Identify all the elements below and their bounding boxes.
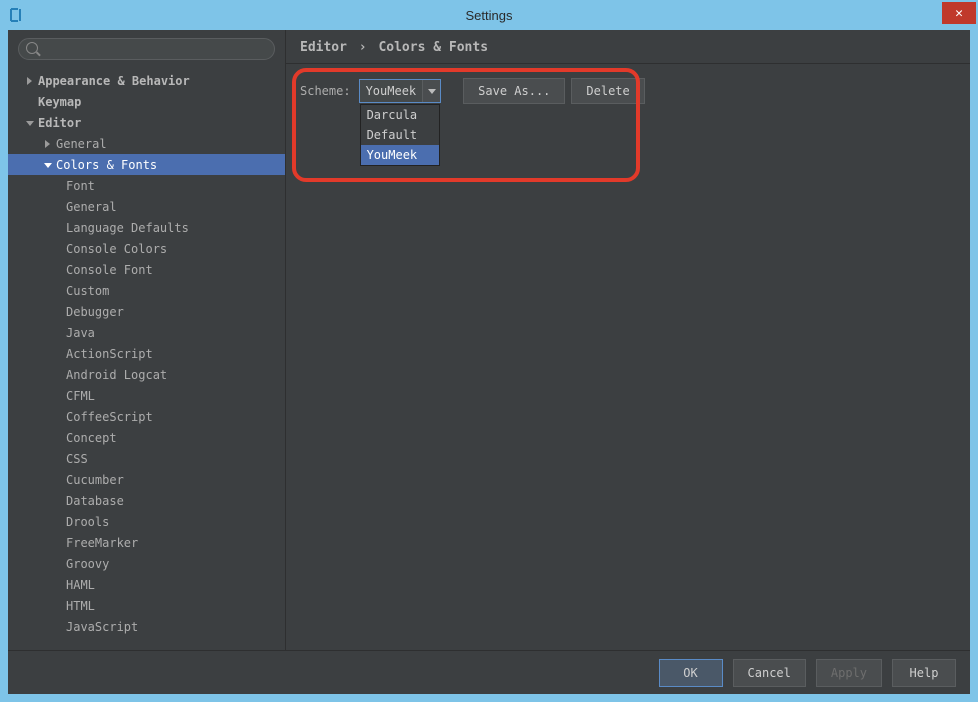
scheme-dropdown-button[interactable] (422, 80, 440, 102)
dialog-footer: OK Cancel Apply Help (8, 650, 970, 694)
tree-item[interactable]: General (8, 196, 285, 217)
tree-item[interactable]: Console Colors (8, 238, 285, 259)
tree-item[interactable]: Database (8, 490, 285, 511)
delete-label: Delete (586, 84, 629, 98)
chevron-right-icon (44, 140, 52, 148)
dropdown-item[interactable]: Darcula (361, 105, 439, 125)
cancel-label: Cancel (748, 666, 791, 680)
chevron-down-icon (44, 161, 52, 169)
scheme-row: Scheme: YouMeek DarculaDefaultYouMeek Sa… (300, 78, 956, 104)
scheme-combobox[interactable]: YouMeek DarculaDefaultYouMeek (359, 79, 442, 103)
tree-item[interactable]: Keymap (8, 91, 285, 112)
content-body: Scheme: YouMeek DarculaDefaultYouMeek Sa… (286, 64, 970, 650)
tree-item-label: Console Colors (66, 242, 167, 256)
tree-item[interactable]: CoffeeScript (8, 406, 285, 427)
tree-item-label: Keymap (38, 95, 81, 109)
chevron-right-icon (26, 77, 34, 85)
tree-item-label: Concept (66, 431, 117, 445)
tree-item-label: CFML (66, 389, 95, 403)
scheme-label: Scheme: (300, 84, 351, 98)
apply-label: Apply (831, 666, 867, 680)
tree-item[interactable]: Appearance & Behavior (8, 70, 285, 91)
tree-item-label: JavaScript (66, 620, 138, 634)
tree-item-label: Cucumber (66, 473, 124, 487)
chevron-down-icon (26, 119, 34, 127)
breadcrumb-part: Editor (300, 40, 347, 55)
tree-item-label: CoffeeScript (66, 410, 153, 424)
tree-item-label: Language Defaults (66, 221, 189, 235)
tree-item-label: ActionScript (66, 347, 153, 361)
scheme-dropdown-list[interactable]: DarculaDefaultYouMeek (360, 104, 440, 166)
tree-item[interactable]: Language Defaults (8, 217, 285, 238)
tree-item[interactable]: HAML (8, 574, 285, 595)
tree-item-label: Custom (66, 284, 109, 298)
tree-item[interactable]: Cucumber (8, 469, 285, 490)
tree-item[interactable]: CFML (8, 385, 285, 406)
tree-item-label: HAML (66, 578, 95, 592)
tree-item[interactable]: CSS (8, 448, 285, 469)
tree-item-label: Android Logcat (66, 368, 167, 382)
breadcrumb-part: Colors & Fonts (378, 40, 488, 55)
tree-item-label: Java (66, 326, 95, 340)
tree-item-label: Drools (66, 515, 109, 529)
tree-item[interactable]: General (8, 133, 285, 154)
tree-item[interactable]: Groovy (8, 553, 285, 574)
content-panel: Editor › Colors & Fonts Scheme: YouMeek … (286, 30, 970, 650)
dropdown-item[interactable]: Default (361, 125, 439, 145)
tree-item-label: Console Font (66, 263, 153, 277)
tree-item[interactable]: Font (8, 175, 285, 196)
sidebar: Appearance & Behavior Keymap Editor General… (8, 30, 286, 650)
tree-item[interactable]: Editor (8, 112, 285, 133)
tree-item-label: General (66, 200, 117, 214)
tree-item-label: Appearance & Behavior (38, 74, 190, 88)
tree-item-label: General (56, 137, 107, 151)
delete-button[interactable]: Delete (571, 78, 644, 104)
help-label: Help (910, 666, 939, 680)
tree-item-label: Debugger (66, 305, 124, 319)
tree-item[interactable]: Concept (8, 427, 285, 448)
tree-item[interactable]: Java (8, 322, 285, 343)
tree-item-label: FreeMarker (66, 536, 138, 550)
help-button[interactable]: Help (892, 659, 956, 687)
dialog-body: Appearance & Behavior Keymap Editor General… (8, 30, 970, 694)
cancel-button[interactable]: Cancel (733, 659, 806, 687)
tree-item-label: Database (66, 494, 124, 508)
breadcrumb: Editor › Colors & Fonts (286, 30, 970, 64)
close-icon: ✕ (955, 6, 963, 21)
tree-item[interactable]: JavaScript (8, 616, 285, 637)
tree-item[interactable]: ActionScript (8, 343, 285, 364)
ok-label: OK (683, 666, 697, 680)
close-button[interactable]: ✕ (942, 2, 976, 24)
tree-item[interactable]: HTML (8, 595, 285, 616)
tree-item-label: Colors & Fonts (56, 158, 157, 172)
settings-window: Settings ✕ Appearance & Behavior Keymap Ed… (2, 2, 976, 700)
tree-item-label: CSS (66, 452, 88, 466)
titlebar: Settings ✕ (2, 2, 976, 28)
chevron-down-icon (428, 89, 436, 94)
search-icon (26, 42, 38, 54)
save-as-label: Save As... (478, 84, 550, 98)
breadcrumb-separator: › (359, 40, 367, 55)
search-input[interactable] (18, 38, 275, 60)
apply-button[interactable]: Apply (816, 659, 882, 687)
save-as-button[interactable]: Save As... (463, 78, 565, 104)
window-title: Settings (2, 8, 976, 23)
tree-item-label: Editor (38, 116, 81, 130)
dropdown-item[interactable]: YouMeek (361, 145, 439, 165)
tree-item-label: HTML (66, 599, 95, 613)
search-wrap (8, 30, 285, 66)
tree-item[interactable]: FreeMarker (8, 532, 285, 553)
tree-item[interactable]: Debugger (8, 301, 285, 322)
tree-item[interactable]: Android Logcat (8, 364, 285, 385)
tree-item[interactable]: Drools (8, 511, 285, 532)
settings-tree[interactable]: Appearance & Behavior Keymap Editor General… (8, 66, 285, 650)
tree-item-label: Groovy (66, 557, 109, 571)
main-area: Appearance & Behavior Keymap Editor General… (8, 30, 970, 650)
tree-item[interactable]: Colors & Fonts (8, 154, 285, 175)
ok-button[interactable]: OK (659, 659, 723, 687)
tree-item[interactable]: Custom (8, 280, 285, 301)
tree-item[interactable]: Console Font (8, 259, 285, 280)
scheme-selected-value: YouMeek (360, 84, 423, 98)
tree-item-label: Font (66, 179, 95, 193)
